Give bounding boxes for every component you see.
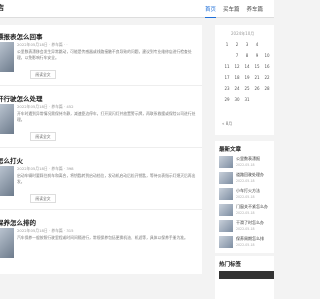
calendar-day[interactable]: 7: [232, 52, 242, 60]
latest-thumbnail[interactable]: [219, 236, 233, 248]
article-thumbnail[interactable]: [0, 42, 14, 72]
article-title[interactable]: 保养怎么排的: [0, 217, 36, 227]
latest-item-title[interactable]: 干滑了时怎么办: [236, 220, 264, 226]
article-card: 开行驶怎么处理 2022年05月18日 · 养车篇 · 452 开车时遇到异常情…: [0, 87, 202, 148]
calendar-day[interactable]: 29: [222, 96, 232, 104]
hot-tags-title: 热门标签: [219, 262, 242, 268]
read-more-button[interactable]: 阅读全文: [30, 70, 56, 79]
latest-thumbnail[interactable]: [219, 204, 233, 216]
calendar-day[interactable]: 9: [252, 52, 262, 60]
latest-item[interactable]: 公里数表漂报 2022-05-18: [219, 156, 274, 172]
latest-item[interactable]: 保养周期怎么排 2022-05-18: [219, 236, 274, 252]
article-title[interactable]: 开行驶怎么处理: [0, 93, 43, 103]
calendar-day[interactable]: 31: [242, 96, 252, 104]
calendar-widget: 2024年10月 1 2 3 4 7 8 9 10 11 12 14 15 16…: [215, 25, 274, 135]
article-meta: 2022年05月18日 · 养车篇 · 452: [17, 104, 74, 109]
main-navigation: 首页 买车篇 养车篇: [205, 5, 263, 18]
calendar-day[interactable]: 22: [262, 74, 272, 82]
article-excerpt: 启动车辆时要踩住刹车和离合，将钥匙转到启动档位，发动机启动后松开钥匙，等待仪表指…: [17, 173, 196, 184]
latest-item-title[interactable]: 保养周期怎么排: [236, 236, 264, 242]
latest-title: 最新文章: [219, 147, 242, 153]
latest-thumbnail[interactable]: [219, 156, 233, 168]
calendar-day[interactable]: 18: [232, 74, 242, 82]
latest-item[interactable]: 干滑了时怎么办 2022-05-18: [219, 220, 274, 236]
calendar-title: 2024年10月: [231, 31, 255, 36]
latest-item-date: 2022-05-18: [236, 163, 255, 167]
calendar-day[interactable]: 21: [252, 74, 262, 82]
latest-thumbnail[interactable]: [219, 220, 233, 232]
article-card: 怎么打火 2022年05月18日 · 养车篇 · 398 启动车辆时要踩住刹车和…: [0, 149, 202, 210]
latest-item-title[interactable]: 道路回驶处理办: [236, 172, 264, 178]
latest-thumbnail[interactable]: [219, 172, 233, 184]
calendar-day[interactable]: 17: [222, 74, 232, 82]
article-meta: 2022年05月18日 · 养车篇 · 315: [17, 228, 74, 233]
site-logo[interactable]: 店: [0, 3, 4, 13]
article-list: 漂报表怎么回事 2022年05月18日 · 养车篇 · · 公里数表漂移会发生异…: [0, 25, 202, 274]
latest-item-title[interactable]: 门窗关不紧怎么办: [236, 204, 268, 210]
nav-home[interactable]: 首页: [205, 5, 217, 18]
article-thumbnail[interactable]: [0, 166, 14, 196]
calendar-day[interactable]: 4: [252, 41, 262, 49]
latest-item[interactable]: 小车打火方法 2022-05-18: [219, 188, 274, 204]
latest-item-title[interactable]: 公里数表漂报: [236, 156, 260, 162]
calendar-day[interactable]: 11: [222, 63, 232, 71]
calendar-day[interactable]: 10: [262, 52, 272, 60]
article-excerpt: 开车时遇到异常情况需保持冷静，减速靠边停车，打开双闪灯并放置警示牌，再联系救援或…: [17, 111, 196, 122]
article-excerpt: 汽车保养一般按照行驶里程或时间间隔进行，常规保养包括更换机油、机滤等，具体以保养…: [17, 235, 188, 240]
latest-item[interactable]: 道路回驶处理办 2022-05-18: [219, 172, 274, 188]
top-header: 店 首页 买车篇 养车篇: [0, 0, 274, 18]
hot-tags-bar: [219, 271, 274, 279]
calendar-day[interactable]: 15: [252, 63, 262, 71]
article-excerpt: 公里数表漂移会发生异常跳动，可能是传感器或线路接触不良导致的问题，建议到专业维修…: [17, 49, 192, 60]
latest-articles-widget: 最新文章 公里数表漂报 2022-05-18 道路回驶处理办 2022-05-1…: [215, 141, 274, 253]
latest-item-date: 2022-05-18: [236, 179, 255, 183]
latest-item-date: 2022-05-18: [236, 195, 255, 199]
calendar-day[interactable]: 3: [242, 41, 252, 49]
calendar-day[interactable]: [222, 52, 232, 60]
article-meta: 2022年05月18日 · 养车篇 · 398: [17, 166, 74, 171]
article-title[interactable]: 怎么打火: [0, 155, 23, 165]
calendar-day[interactable]: [262, 41, 272, 49]
latest-item-date: 2022-05-18: [236, 243, 255, 247]
latest-thumbnail[interactable]: [219, 188, 233, 200]
calendar-day[interactable]: 14: [242, 63, 252, 71]
calendar-day[interactable]: 12: [232, 63, 242, 71]
calendar-day[interactable]: 16: [262, 63, 272, 71]
calendar-day[interactable]: 25: [242, 85, 252, 93]
calendar-day[interactable]: 23: [222, 85, 232, 93]
calendar-day[interactable]: [252, 96, 262, 104]
calendar-day[interactable]: 26: [252, 85, 262, 93]
calendar-prev-link[interactable]: « 8月: [222, 121, 232, 127]
article-thumbnail[interactable]: [0, 228, 14, 258]
hot-tags-widget: 热门标签: [215, 256, 274, 299]
calendar-day[interactable]: 24: [232, 85, 242, 93]
nav-buy-car[interactable]: 买车篇: [223, 5, 240, 18]
calendar-day[interactable]: 28: [262, 85, 272, 93]
calendar-day[interactable]: 1: [222, 41, 232, 49]
article-meta: 2022年05月18日 · 养车篇 · ·: [17, 42, 68, 47]
latest-item-date: 2022-05-18: [236, 227, 255, 231]
latest-item[interactable]: 门窗关不紧怎么办 2022-05-18: [219, 204, 274, 220]
article-thumbnail[interactable]: [0, 104, 14, 134]
calendar-grid: 1 2 3 4 7 8 9 10 11 12 14 15 16 17 18 19…: [222, 41, 272, 104]
calendar-day[interactable]: 8: [242, 52, 252, 60]
read-more-button[interactable]: 阅读全文: [30, 194, 56, 203]
calendar-day[interactable]: 2: [232, 41, 242, 49]
calendar-day[interactable]: 19: [242, 74, 252, 82]
article-card: 漂报表怎么回事 2022年05月18日 · 养车篇 · · 公里数表漂移会发生异…: [0, 25, 202, 86]
calendar-day[interactable]: 30: [232, 96, 242, 104]
article-card: 保养怎么排的 2022年05月18日 · 养车篇 · 315 汽车保养一般按照行…: [0, 211, 202, 274]
read-more-button[interactable]: 阅读全文: [30, 132, 56, 141]
article-title[interactable]: 漂报表怎么回事: [0, 31, 43, 41]
nav-car-care[interactable]: 养车篇: [247, 5, 264, 18]
calendar-day[interactable]: [262, 96, 272, 104]
latest-item-title[interactable]: 小车打火方法: [236, 188, 260, 194]
latest-item-date: 2022-05-18: [236, 211, 255, 215]
